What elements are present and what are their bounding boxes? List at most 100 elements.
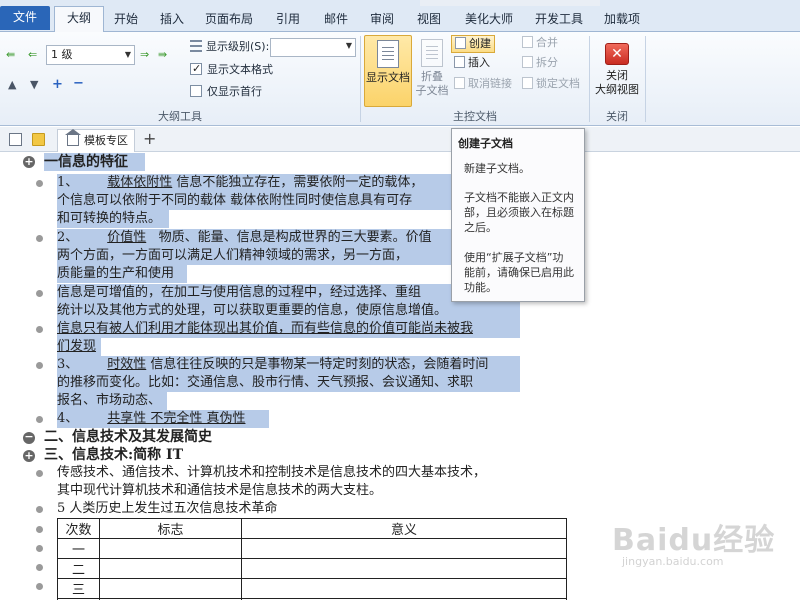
table-row: 三 bbox=[57, 578, 567, 599]
table-header-cell: 标志 bbox=[99, 518, 242, 539]
tooltip-line: 新建子文档。 bbox=[464, 162, 530, 175]
collapse-subdocuments-button[interactable]: 折叠 子文档 bbox=[414, 35, 450, 107]
show-level-label: 显示级别(S): bbox=[206, 40, 270, 53]
paragraph-line: 5 人类历史上发生过五次信息技术革命 bbox=[57, 501, 278, 516]
watermark-url: jingyan.baidu.com bbox=[622, 555, 724, 568]
keyword: 共享性 不完全性 真伪性 bbox=[107, 411, 246, 426]
table-cell bbox=[241, 578, 567, 599]
show-text-format-checkbox[interactable] bbox=[190, 61, 202, 77]
show-level-icon bbox=[190, 40, 202, 52]
paragraph-line: 报名、市场动态、 bbox=[57, 392, 167, 410]
tab-beautify[interactable]: 美化大师 bbox=[458, 8, 520, 32]
show-level-dropdown[interactable]: ▼ bbox=[270, 38, 356, 57]
bullet-icon bbox=[36, 362, 43, 369]
move-down-icon[interactable]: ▼ bbox=[30, 78, 38, 92]
split-button[interactable]: 拆分 bbox=[519, 55, 561, 73]
move-up-icon[interactable]: ▲ bbox=[8, 78, 16, 92]
table-row: 二 bbox=[57, 558, 567, 579]
paragraph-line: 们发现 bbox=[57, 338, 101, 356]
close-group-label: 关闭 bbox=[606, 110, 628, 123]
keyword: 载体依附性 bbox=[107, 175, 173, 190]
paragraph-line: 质能量的生产和使用 bbox=[57, 265, 187, 283]
list-number: 4、 bbox=[57, 411, 79, 426]
group-divider bbox=[589, 36, 590, 122]
bullet-icon bbox=[36, 470, 43, 477]
demote-icon[interactable]: ⇒ bbox=[140, 48, 149, 62]
expand-heading-icon[interactable]: + bbox=[23, 156, 35, 168]
keyword: 价值性 bbox=[107, 230, 147, 245]
show-first-line-label: 仅显示首行 bbox=[207, 85, 262, 98]
new-document-icon[interactable] bbox=[9, 133, 22, 146]
merge-icon bbox=[522, 36, 533, 48]
watermark-logo: Baidu经验 bbox=[612, 523, 776, 558]
tab-references[interactable]: 引用 bbox=[268, 8, 308, 32]
table-row: 一 bbox=[57, 538, 567, 559]
heading-3: 三、信息技术:简称 IT bbox=[44, 447, 184, 463]
show-first-line-checkbox[interactable] bbox=[190, 85, 202, 97]
split-icon bbox=[522, 56, 533, 68]
show-text-format-option[interactable]: 显示文本格式 bbox=[190, 61, 273, 78]
paragraph-line: 和可转换的特点。 bbox=[57, 210, 169, 228]
heading-1: 一信息的特征 bbox=[44, 153, 145, 171]
outline-level-select[interactable]: 1 级 ▼ bbox=[46, 45, 135, 65]
tab-template-zone[interactable]: 模板专区 bbox=[57, 129, 135, 152]
folder-icon[interactable] bbox=[32, 133, 45, 146]
table-cell bbox=[99, 538, 242, 559]
lock-icon bbox=[522, 77, 533, 89]
collapse-icon[interactable]: − bbox=[73, 77, 84, 91]
unlink-button[interactable]: 取消链接 bbox=[451, 76, 515, 94]
document-icon bbox=[377, 40, 399, 68]
merge-button[interactable]: 合并 bbox=[519, 35, 561, 53]
revolutions-table: 次数 标志 意义 一 二 三 四 bbox=[57, 518, 567, 600]
merge-label: 合并 bbox=[536, 36, 558, 49]
group-divider bbox=[360, 36, 361, 122]
tab-insert[interactable]: 插入 bbox=[152, 8, 192, 32]
unlink-icon bbox=[454, 77, 465, 89]
collapse-line1: 折叠 bbox=[421, 70, 443, 83]
lock-label: 锁定文档 bbox=[536, 77, 580, 90]
collapse-heading-icon[interactable]: − bbox=[23, 431, 35, 444]
bullet-icon bbox=[36, 290, 43, 297]
create-label: 创建 bbox=[469, 37, 491, 50]
paragraph-line: 统计以及其他方式的处理，可以获取更重要的信息，使原信息增值。 bbox=[57, 302, 520, 320]
bullet-icon bbox=[36, 416, 43, 423]
chevron-down-icon: ▼ bbox=[124, 50, 131, 59]
tab-mailings[interactable]: 邮件 bbox=[316, 8, 356, 32]
tab-developer[interactable]: 开发工具 bbox=[528, 8, 590, 32]
text-run: 物质、能量、信息是构成世界的三大要素。价值 bbox=[158, 230, 432, 245]
new-tab-button[interactable]: + bbox=[143, 129, 156, 149]
bullet-icon bbox=[36, 180, 43, 187]
show-first-line-option[interactable]: 仅显示首行 bbox=[190, 84, 262, 100]
paragraph-line: 信息只有被人们利用才能体现出其价值，而有些信息的价值可能尚未被我 bbox=[57, 320, 520, 338]
bullet-icon bbox=[36, 506, 43, 513]
close-line2: 大纲视图 bbox=[595, 83, 639, 96]
table-cell bbox=[241, 538, 567, 559]
close-outline-view-button[interactable]: ✕ 关闭 大纲视图 bbox=[592, 35, 642, 107]
expand-icon[interactable]: + bbox=[52, 78, 63, 92]
insert-subdocument-button[interactable]: 插入 bbox=[451, 55, 493, 73]
show-document-label: 显示文档 bbox=[366, 71, 410, 84]
bullet-icon bbox=[36, 583, 43, 590]
tab-addins[interactable]: 加载项 bbox=[597, 8, 647, 32]
create-icon bbox=[455, 37, 466, 49]
tab-view[interactable]: 视图 bbox=[409, 8, 449, 32]
show-text-format-label: 显示文本格式 bbox=[207, 63, 273, 76]
close-line1: 关闭 bbox=[606, 69, 628, 82]
create-subdocument-button[interactable]: 创建 bbox=[451, 35, 495, 53]
tab-page-layout[interactable]: 页面布局 bbox=[199, 8, 259, 32]
promote-icon[interactable]: ⇐ bbox=[28, 48, 37, 62]
table-cell: 一 bbox=[57, 538, 100, 559]
expand-heading-icon[interactable]: + bbox=[23, 450, 35, 462]
tab-start[interactable]: 开始 bbox=[106, 8, 146, 32]
tab-review[interactable]: 审阅 bbox=[362, 8, 402, 32]
show-document-button[interactable]: 显示文档 bbox=[364, 35, 412, 107]
insert-label: 插入 bbox=[468, 56, 490, 69]
tab-file[interactable]: 文件 bbox=[0, 6, 50, 30]
lock-document-button[interactable]: 锁定文档 bbox=[519, 76, 583, 94]
paragraph-line: 4、 共享性 不完全性 真伪性 bbox=[57, 410, 269, 428]
keyword: 时效性 bbox=[107, 357, 147, 372]
promote-to-heading1-icon[interactable]: ⇚ bbox=[6, 48, 15, 62]
split-label: 拆分 bbox=[536, 56, 558, 69]
demote-to-body-icon[interactable]: ⇛ bbox=[158, 48, 167, 62]
tab-outline[interactable]: 大纲 bbox=[54, 6, 104, 33]
